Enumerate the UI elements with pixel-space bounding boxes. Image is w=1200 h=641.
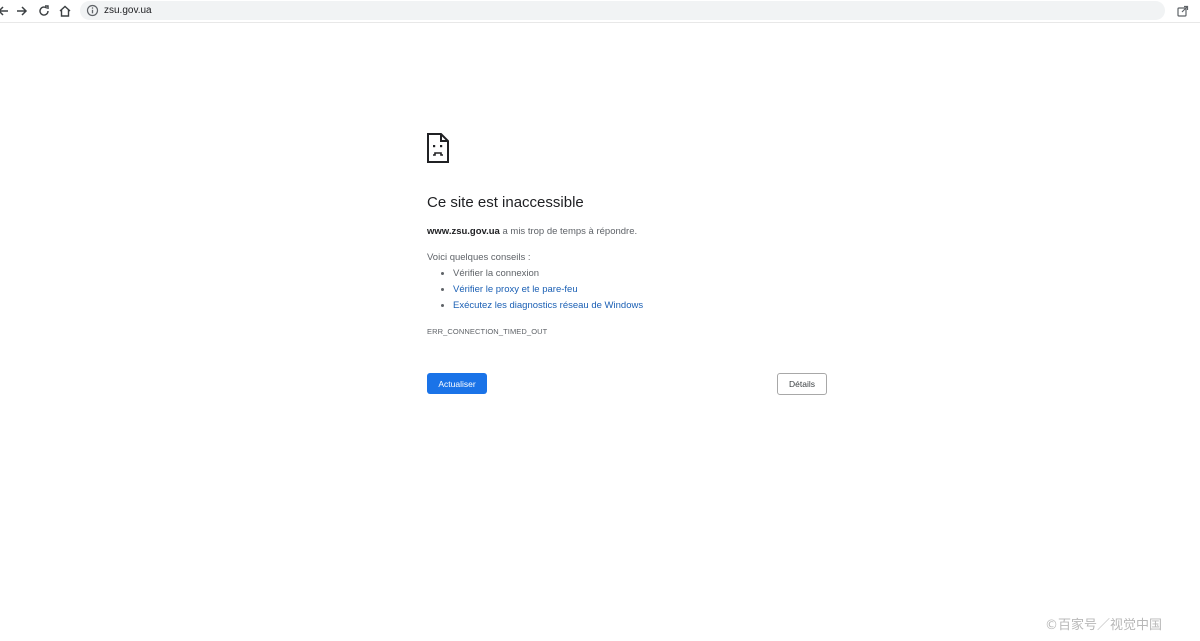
sad-page-icon [427, 133, 449, 163]
error-code: ERR_CONNECTION_TIMED_OUT [427, 327, 548, 336]
tips-label: Voici quelques conseils : [427, 252, 531, 263]
forward-button[interactable] [13, 2, 31, 20]
reload-icon [39, 5, 49, 16]
share-icon[interactable] [1175, 3, 1191, 19]
browser-toolbar: zsu.gov.ua [0, 0, 1200, 23]
tip-run-diagnostics-link[interactable]: Exécutez les diagnostics réseau de Windo… [453, 299, 643, 315]
summary-host: www.zsu.gov.ua [427, 226, 500, 237]
home-button[interactable] [56, 2, 74, 20]
arrow-right-icon [17, 6, 28, 16]
address-bar[interactable]: zsu.gov.ua [80, 1, 1165, 20]
summary-text: a mis trop de temps à répondre. [499, 226, 638, 237]
home-icon [59, 5, 71, 17]
details-button[interactable]: Détails [777, 373, 827, 395]
url-text[interactable]: zsu.gov.ua [104, 4, 152, 17]
error-summary: www.zsu.gov.ua a mis trop de temps à rép… [427, 226, 637, 237]
tip-check-connection: Vérifier la connexion [453, 267, 643, 283]
page-title: Ce site est inaccessible [427, 194, 584, 211]
back-button[interactable] [0, 2, 12, 20]
info-icon[interactable] [86, 4, 99, 17]
reload-button[interactable] [35, 2, 53, 20]
tips-list: Vérifier la connexion Vérifier le proxy … [427, 267, 643, 315]
tip-check-proxy-link[interactable]: Vérifier le proxy et le pare-feu [453, 283, 643, 299]
reload-page-button[interactable]: Actualiser [427, 373, 487, 394]
watermark: ©百家号／视觉中国 [1045, 618, 1163, 633]
arrow-left-icon [0, 6, 8, 16]
